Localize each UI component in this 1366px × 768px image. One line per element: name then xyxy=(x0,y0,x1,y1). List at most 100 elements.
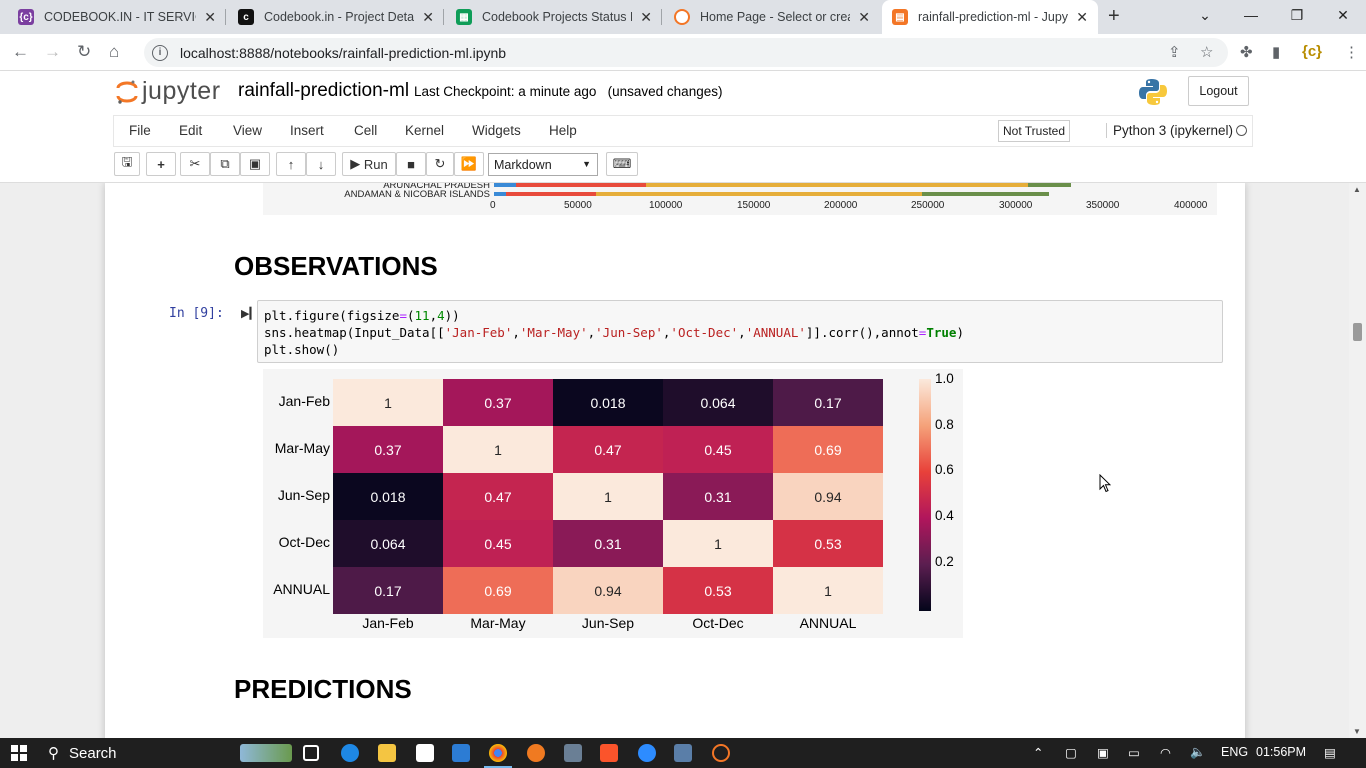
browser-tab-0[interactable]: {c} CODEBOOK.IN - IT SERVICES ✕ xyxy=(8,0,226,34)
search-app-icon[interactable] xyxy=(527,744,545,762)
bar-segment xyxy=(646,183,1028,187)
chrome-icon[interactable] xyxy=(489,744,507,762)
paste-button[interactable]: ▣ xyxy=(240,152,270,176)
store-icon[interactable] xyxy=(416,744,434,762)
move-up-button[interactable]: ↑ xyxy=(276,152,306,176)
logout-button[interactable]: Logout xyxy=(1188,76,1249,106)
heatmap-row-label: Jan-Feb xyxy=(278,393,330,409)
move-down-button[interactable]: ↓ xyxy=(306,152,336,176)
clock[interactable]: 01:56PM xyxy=(1256,745,1306,759)
site-info-icon[interactable]: i xyxy=(152,44,168,61)
tray-chevron-up-icon[interactable]: ⌃ xyxy=(1033,745,1043,760)
command-palette-button[interactable]: ⌨ xyxy=(606,152,638,176)
notebook-title[interactable]: rainfall-prediction-ml xyxy=(238,80,409,102)
x-tick: 250000 xyxy=(911,200,945,211)
browser-tab-4[interactable]: ▤ rainfall-prediction-ml - Jupyt ✕ xyxy=(882,0,1098,34)
bar-segment xyxy=(1028,183,1071,187)
cut-button[interactable]: ✂ xyxy=(180,152,210,176)
menu-kernel[interactable]: Kernel xyxy=(405,123,444,138)
jupyter-taskbar-icon[interactable] xyxy=(712,744,730,762)
volume-icon[interactable]: 🔈 xyxy=(1190,745,1206,760)
notifications-icon[interactable]: ▤ xyxy=(1324,745,1336,760)
codebook-extension-icon[interactable]: {c} xyxy=(1302,43,1322,60)
side-panel-icon[interactable]: ▮ xyxy=(1272,43,1280,61)
battery-icon[interactable]: ▭ xyxy=(1128,745,1140,760)
heatmap-cell: 0.37 xyxy=(333,426,443,473)
wifi-icon[interactable]: ◠ xyxy=(1160,745,1171,760)
app-icon[interactable] xyxy=(564,744,582,762)
menu-view[interactable]: View xyxy=(233,123,262,138)
restart-run-all-button[interactable]: ⏩ xyxy=(454,152,484,176)
save-button[interactable]: 🖫 xyxy=(114,152,140,176)
browser-tab-strip: {c} CODEBOOK.IN - IT SERVICES ✕ c Codebo… xyxy=(0,0,1366,34)
menu-insert[interactable]: Insert xyxy=(290,123,324,138)
chrome-menu-icon[interactable]: ⋮ xyxy=(1344,43,1359,61)
browser-tab-3[interactable]: Home Page - Select or create ✕ xyxy=(664,0,880,34)
cell-type-select[interactable]: Markdown ▼ xyxy=(488,153,598,176)
tray-app-icon[interactable]: ▢ xyxy=(1065,745,1077,760)
jupyter-logo[interactable]: jupyter xyxy=(116,77,221,106)
tray-screen-icon[interactable]: ▣ xyxy=(1097,745,1109,760)
scroll-down-icon[interactable]: ▼ xyxy=(1353,727,1361,736)
file-explorer-icon[interactable] xyxy=(378,744,396,762)
taskbar-search[interactable]: ⚲ Search xyxy=(48,738,117,768)
run-cell-icon[interactable]: ▶▎ xyxy=(241,307,258,320)
edge-icon[interactable] xyxy=(341,744,359,762)
not-trusted-button[interactable]: Not Trusted xyxy=(998,120,1070,142)
restart-button[interactable]: ↻ xyxy=(426,152,454,176)
scroll-up-icon[interactable]: ▲ xyxy=(1353,185,1361,194)
heatmap-cell: 0.53 xyxy=(663,567,773,614)
copy-icon: ⧉ xyxy=(220,156,230,171)
extensions-puzzle-icon[interactable]: ✤ xyxy=(1240,43,1253,61)
heatmap-cell: 1 xyxy=(443,426,553,473)
interrupt-button[interactable]: ■ xyxy=(396,152,426,176)
window-close-icon[interactable]: ✕ xyxy=(1320,0,1366,30)
zoom-icon[interactable] xyxy=(638,744,656,762)
heatmap-cell: 1 xyxy=(333,379,443,426)
back-arrow-icon[interactable]: ← xyxy=(12,42,29,62)
remote-desktop-icon[interactable] xyxy=(674,744,692,762)
reload-icon[interactable]: ↻ xyxy=(77,42,91,62)
restore-icon[interactable]: ❐ xyxy=(1274,0,1320,30)
search-label: Search xyxy=(69,744,117,762)
code-cell[interactable]: plt.figure(figsize=(11,4)) sns.heatmap(In… xyxy=(257,300,1223,363)
insert-cell-button[interactable]: + xyxy=(146,152,176,176)
new-tab-plus-icon[interactable]: + xyxy=(1108,5,1120,28)
menu-edit[interactable]: Edit xyxy=(179,123,202,138)
task-view-icon[interactable] xyxy=(303,745,319,761)
close-icon[interactable]: ✕ xyxy=(640,9,652,26)
browser-tab-2[interactable]: ▦ Codebook Projects Status Re ✕ xyxy=(446,0,662,34)
menu-help[interactable]: Help xyxy=(549,123,577,138)
tab-search-chevron-icon[interactable]: ⌄ xyxy=(1182,0,1228,30)
close-icon[interactable]: ✕ xyxy=(204,9,216,26)
vscode-icon[interactable] xyxy=(452,744,470,762)
home-icon[interactable]: ⌂ xyxy=(109,42,119,62)
keyboard-icon: ⌨ xyxy=(612,156,632,171)
vertical-scrollbar[interactable]: ▲ ▼ xyxy=(1349,183,1366,738)
menu-widgets[interactable]: Widgets xyxy=(472,123,521,138)
run-button[interactable]: ▶ Run xyxy=(342,152,396,176)
browser-tab-1[interactable]: c Codebook.in - Project Details ✕ xyxy=(228,0,444,34)
menu-file[interactable]: File xyxy=(129,123,151,138)
close-icon[interactable]: ✕ xyxy=(1076,9,1088,26)
heatmap-cell: 0.31 xyxy=(663,473,773,520)
copy-button[interactable]: ⧉ xyxy=(210,152,240,176)
share-icon[interactable]: ⇪ xyxy=(1168,43,1181,61)
scrollbar-thumb[interactable] xyxy=(1353,323,1362,341)
bar-label-andaman: ANDAMAN & NICOBAR ISLANDS xyxy=(344,189,490,200)
heatmap-cell: 1 xyxy=(663,520,773,567)
minimize-icon[interactable]: — xyxy=(1228,0,1274,30)
language-indicator[interactable]: ENG xyxy=(1221,745,1248,759)
brave-icon[interactable] xyxy=(600,744,618,762)
address-bar[interactable]: i localhost:8888/notebooks/rainfall-pred… xyxy=(144,38,1228,67)
bookmark-star-icon[interactable]: ☆ xyxy=(1200,43,1213,61)
search-highlight-image[interactable] xyxy=(240,744,292,762)
forward-arrow-icon[interactable]: → xyxy=(44,42,61,62)
notebook-scroll-area[interactable]: ARUNACHAL PRADESH ANDAMAN & NICOBAR ISLA… xyxy=(0,183,1366,738)
close-icon[interactable]: ✕ xyxy=(858,9,870,26)
heatmap-col-label: ANNUAL xyxy=(799,615,857,631)
close-icon[interactable]: ✕ xyxy=(422,9,434,26)
menu-cell[interactable]: Cell xyxy=(354,123,377,138)
windows-start-icon[interactable] xyxy=(11,745,27,761)
url-text[interactable]: localhost:8888/notebooks/rainfall-predic… xyxy=(180,45,506,61)
